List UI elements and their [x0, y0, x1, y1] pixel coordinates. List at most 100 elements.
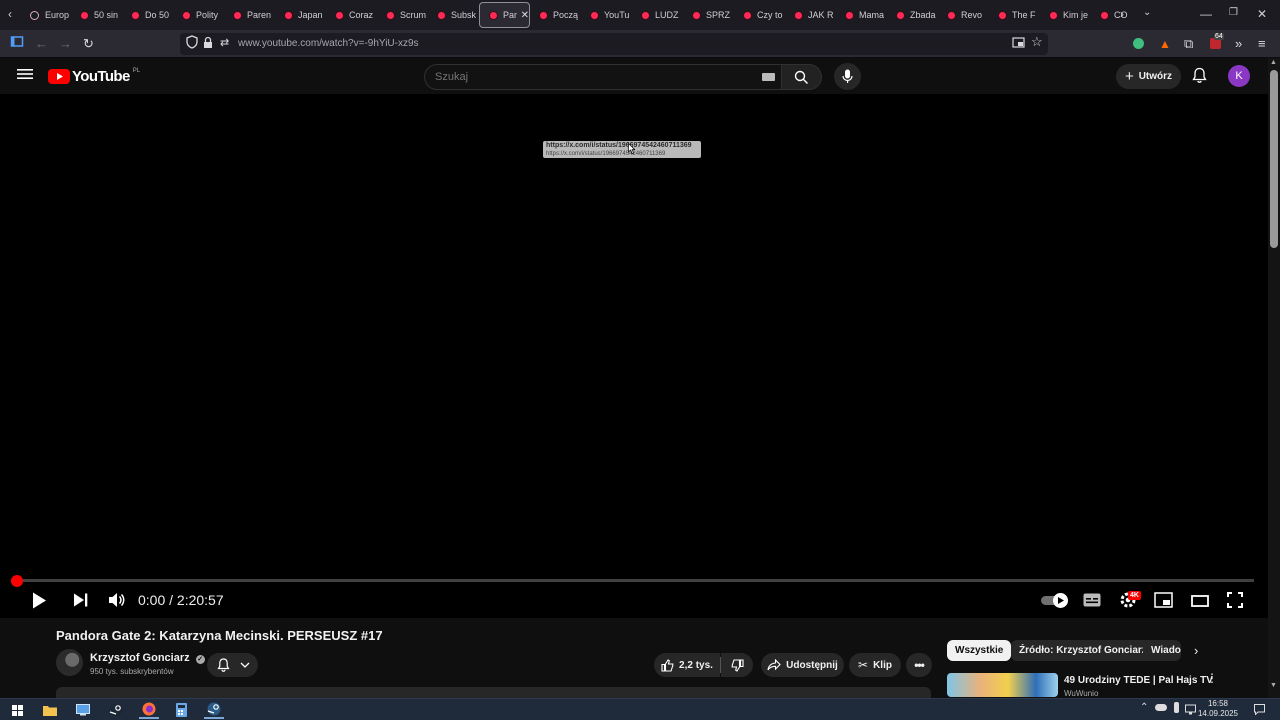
app-menu-icon[interactable]: ≡ — [1258, 34, 1266, 54]
progress-bar[interactable] — [16, 579, 1254, 582]
address-bar[interactable]: ⇄ www.youtube.com/watch?v=-9hYiU-xz9s ☆ — [180, 33, 1048, 55]
channel-avatar[interactable] — [56, 649, 83, 676]
tab-label: The F — [1012, 10, 1036, 20]
start-button[interactable] — [7, 701, 27, 719]
scroll-down-icon[interactable]: ▼ — [1270, 682, 1277, 689]
browser-tab[interactable]: Japan — [275, 2, 326, 28]
browser-tab[interactable]: Europ — [20, 2, 71, 28]
clip-button[interactable]: ✂ Klip — [849, 653, 901, 677]
network-icon[interactable] — [1185, 702, 1196, 720]
notifications-bell-icon[interactable] — [1192, 67, 1207, 89]
file-explorer-icon[interactable] — [40, 701, 60, 719]
forward-icon[interactable]: → — [59, 34, 72, 54]
system-clock[interactable]: 16:58 14.09.2025 — [1196, 699, 1240, 719]
tab-list-dropdown-icon[interactable]: ⌄ — [1143, 7, 1151, 18]
chips-next-icon[interactable]: › — [1194, 643, 1198, 658]
extensions-puzzle-icon[interactable]: ⧉ — [1184, 34, 1193, 54]
browser-tab[interactable]: YouTu — [581, 2, 632, 28]
recommendation-thumbnail[interactable] — [947, 673, 1058, 697]
browser-tab[interactable]: Scrum — [377, 2, 428, 28]
browser-tab[interactable]: Subsk — [428, 2, 479, 28]
fox-extension-icon[interactable]: ▲ — [1159, 37, 1171, 51]
browser-tab[interactable]: Pan ✕ — [479, 2, 530, 28]
progress-scrubber-handle[interactable] — [11, 575, 23, 587]
tray-overflow-icon[interactable]: ⌃ — [1140, 702, 1148, 713]
scrollbar-thumb[interactable] — [1270, 70, 1278, 248]
minimize-icon[interactable]: — — [1200, 7, 1212, 21]
dislike-button[interactable] — [721, 653, 753, 677]
subscribe-notifications-button[interactable] — [207, 653, 258, 677]
theater-mode-icon[interactable] — [1191, 594, 1209, 612]
autoplay-toggle[interactable] — [1041, 593, 1070, 608]
share-button[interactable]: Udostępnij — [761, 653, 844, 677]
tab-scroll-left-icon[interactable]: ‹ — [8, 7, 12, 21]
overflow-menu-icon[interactable]: » — [1235, 34, 1242, 54]
account-avatar[interactable]: K — [1228, 65, 1250, 87]
reader-view-icon[interactable] — [1012, 36, 1025, 54]
browser-tab[interactable]: Czy to — [734, 2, 785, 28]
video-player[interactable] — [0, 94, 1268, 618]
browser-tab[interactable]: Revo — [938, 2, 989, 28]
volume-icon[interactable] — [108, 592, 125, 613]
permissions-icon[interactable]: ⇄ — [220, 36, 229, 49]
search-button[interactable] — [782, 64, 822, 90]
play-icon[interactable] — [32, 592, 47, 614]
description-box[interactable] — [56, 687, 931, 698]
steam-icon[interactable] — [106, 701, 126, 719]
window-close-icon[interactable]: ✕ — [1257, 7, 1267, 21]
keyboard-icon[interactable] — [762, 73, 775, 81]
steam-window-icon[interactable] — [204, 701, 224, 719]
voice-search-button[interactable] — [834, 63, 861, 90]
browser-tab[interactable]: Coraz — [326, 2, 377, 28]
recommendation-menu-icon[interactable]: ⋮ — [1206, 672, 1218, 684]
fullscreen-icon[interactable] — [1227, 592, 1243, 613]
miniplayer-icon[interactable] — [1154, 592, 1173, 613]
bookmark-star-icon[interactable]: ☆ — [1031, 34, 1043, 50]
browser-tab[interactable]: JAK R — [785, 2, 836, 28]
create-button[interactable]: + Utwórz — [1116, 64, 1181, 89]
computer-app-icon[interactable] — [73, 701, 93, 719]
guide-menu-icon[interactable] — [17, 67, 33, 86]
tab-scroll-right-icon[interactable]: › — [1120, 7, 1124, 21]
back-icon[interactable]: ← — [35, 34, 48, 54]
channel-name[interactable]: Krzysztof Gonciarz ✓ — [90, 652, 205, 664]
browser-tab[interactable]: Zbada — [887, 2, 938, 28]
chip-source-channel[interactable]: Źródło: Krzysztof Gonciarz — [1011, 640, 1155, 661]
browser-tab[interactable]: SPRZ — [683, 2, 734, 28]
subtitles-icon[interactable] — [1083, 593, 1101, 612]
tracking-shield-icon[interactable] — [186, 35, 198, 54]
reload-icon[interactable]: ↻ — [83, 34, 94, 54]
tab-close-icon[interactable]: ✕ — [521, 10, 529, 21]
lock-icon[interactable] — [203, 36, 213, 54]
vpn-extension-icon[interactable] — [1133, 38, 1144, 49]
page-scrollbar[interactable]: ▲ ▼ — [1268, 58, 1280, 698]
calculator-icon[interactable] — [171, 701, 191, 719]
firefox-icon[interactable] — [139, 701, 159, 719]
youtube-icon — [999, 11, 1006, 19]
recommendation-channel[interactable]: WuWunio — [1064, 689, 1098, 698]
browser-tab[interactable]: The F — [989, 2, 1040, 28]
browser-tab[interactable]: Paren — [224, 2, 275, 28]
youtube-logo[interactable]: YouTube PL — [48, 68, 140, 85]
restore-icon[interactable]: ❐ — [1229, 7, 1238, 18]
onedrive-icon[interactable] — [1155, 704, 1167, 711]
chip-news[interactable]: Wiadom — [1143, 640, 1181, 661]
browser-tab[interactable]: LUDZ — [632, 2, 683, 28]
more-actions-button[interactable]: ••• — [906, 653, 932, 677]
search-input[interactable] — [435, 65, 755, 89]
recommendation-title[interactable]: 49 Urodziny TEDE | Pal Hajs TV — [1064, 675, 1213, 686]
sidebar-toggle-icon[interactable] — [10, 34, 24, 54]
browser-tab[interactable]: Polity — [173, 2, 224, 28]
next-video-icon[interactable] — [73, 593, 89, 612]
like-button[interactable]: 2,2 tys. — [654, 653, 720, 677]
microphone-tray-icon[interactable] — [1174, 702, 1179, 713]
scroll-up-icon[interactable]: ▲ — [1270, 59, 1277, 66]
browser-tab[interactable]: Do 50 — [122, 2, 173, 28]
chip-all[interactable]: Wszystkie — [947, 640, 1012, 661]
browser-tab[interactable]: 50 sin — [71, 2, 122, 28]
browser-tab[interactable]: Kim je — [1040, 2, 1091, 28]
browser-tab[interactable]: CO — [1091, 2, 1142, 28]
notification-center-icon[interactable] — [1254, 702, 1265, 720]
browser-tab[interactable]: Począ — [530, 2, 581, 28]
browser-tab[interactable]: Mama — [836, 2, 887, 28]
